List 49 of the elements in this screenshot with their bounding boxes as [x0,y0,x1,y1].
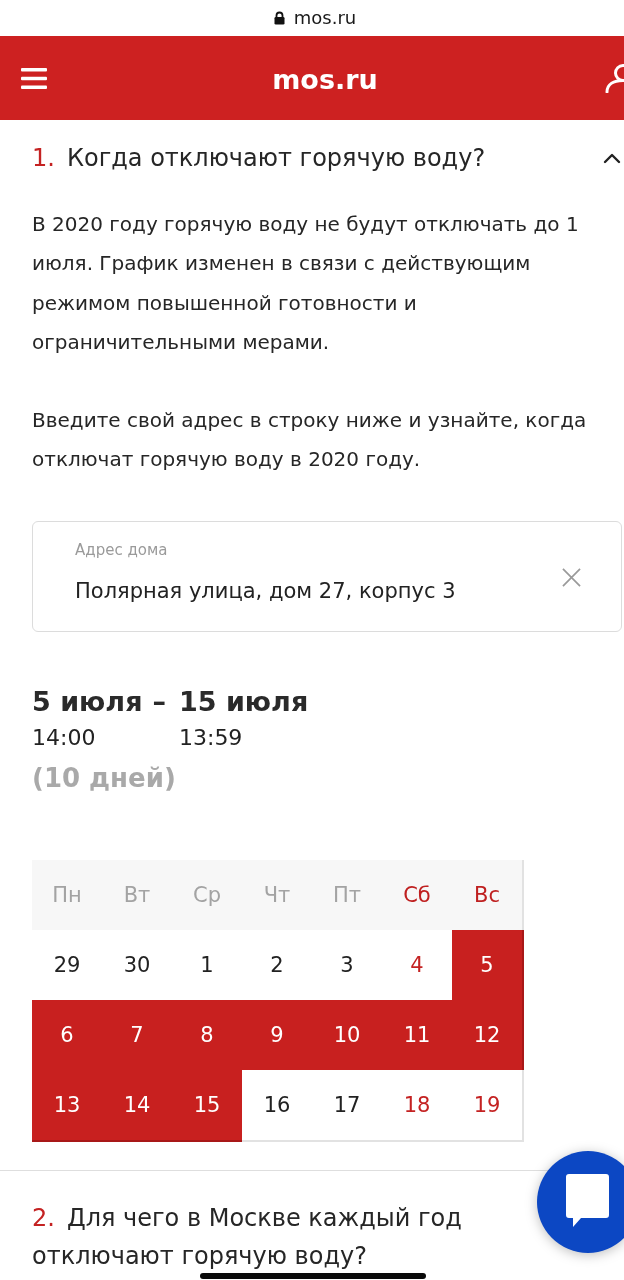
weekday-header: Ср [172,859,244,932]
calendar-day: 12 [452,999,524,1072]
field-value: Полярная улица, дом 27, корпус 3 [75,577,456,605]
body-text: Введите свой адрес в строку ниже и узнайте, когда отключат горячую воду в 2020 году. [32,407,588,474]
calendar-day: 2 [242,929,314,1002]
calendar-day: 10 [312,999,384,1072]
weekday-header: Вс [452,859,524,932]
calendar-day: 19 [452,1069,524,1142]
site-title[interactable]: mos.ru [272,59,378,97]
calendar-day: 3 [312,929,384,1002]
weekday-header: Пн [32,859,104,932]
end-time: 13:59 [178,723,243,752]
weekday-header: Сб [382,859,454,932]
weekday-header: Вт [102,859,174,932]
start-date: 5 июля [32,684,143,719]
url-text[interactable]: mos.ru [293,7,357,29]
calendar-day: 13 [32,1069,104,1142]
menu-icon[interactable] [21,67,47,89]
calendar-day: 29 [32,929,104,1002]
calendar-day: 8 [172,999,244,1072]
calendar-day: 16 [242,1069,314,1142]
calendar-day: 9 [242,999,314,1072]
calendar-day: 17 [312,1069,384,1142]
end-date: 15 июля [178,684,309,719]
calendar-day: 5 [452,929,524,1002]
calendar-day: 15 [172,1069,244,1142]
body-text: В 2020 году горячую воду не будут отключать до 1 июля. График изменен в связи с действующим режимом повышенной готовности и ограничительными мерами. [32,211,580,356]
field-label: Адрес дома [75,539,168,560]
duration-text: (10 дней) [32,761,176,795]
weekday-header: Чт [242,859,314,932]
calendar-day: 4 [382,929,454,1002]
chat-bubble-icon [566,1174,609,1227]
address-field[interactable]: Адрес дома Полярная улица, дом 27, корпус 3 [32,520,622,632]
start-time: 14:00 [32,723,96,752]
chat-button[interactable] [536,1150,624,1254]
weekday-header: Пт [312,859,384,932]
calendar-day: 11 [382,999,454,1072]
user-icon[interactable] [604,63,624,93]
chevron-icon[interactable] [603,152,621,164]
calendar-day: 6 [32,999,104,1072]
question-title[interactable]: 2. Для чего в Москве каждый год отключают горячую воду? [32,1198,532,1275]
calendar-day: 14 [102,1069,174,1142]
calendar-day: 30 [102,929,174,1002]
calendar-day: 7 [102,999,174,1072]
date-separator: – [152,684,166,719]
clear-icon[interactable] [562,567,581,587]
calendar-day: 18 [382,1069,454,1142]
calendar-day: 1 [172,929,244,1002]
question-title[interactable]: 1. Когда отключают горячую воду? [32,142,532,174]
